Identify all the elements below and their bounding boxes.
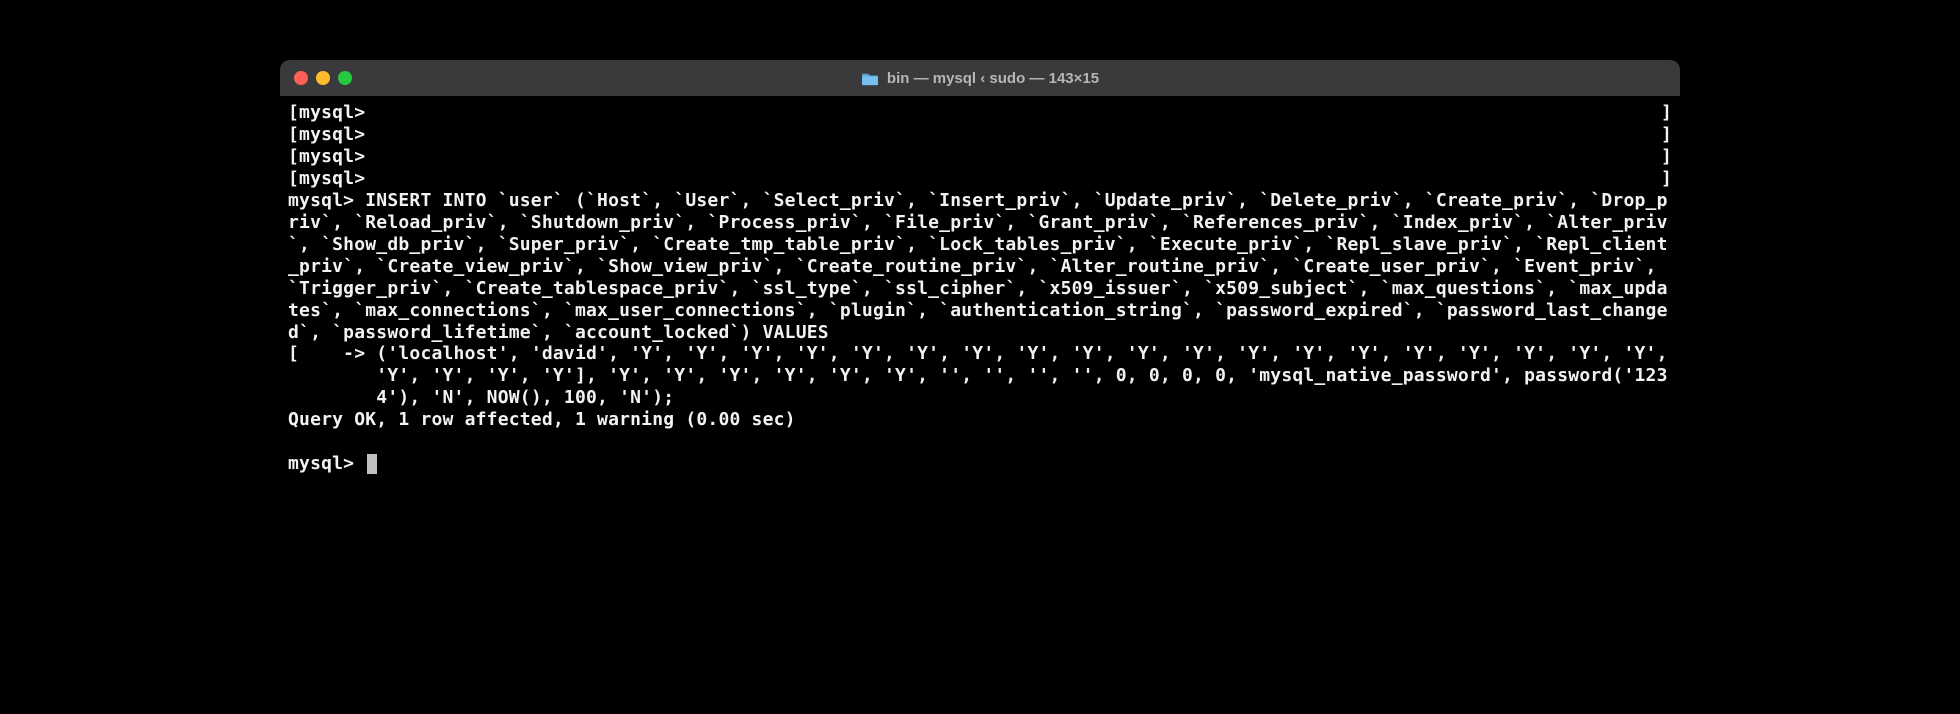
empty-prompt: [mysql>] (288, 146, 1672, 168)
titlebar[interactable]: bin — mysql ‹ sudo — 143×15 (280, 60, 1680, 96)
zoom-button[interactable] (338, 71, 352, 85)
blank-line (288, 431, 1672, 453)
window-title: bin — mysql ‹ sudo — 143×15 (887, 70, 1099, 87)
traffic-lights (294, 71, 352, 85)
terminal-window: bin — mysql ‹ sudo — 143×15 [mysql>][mys… (280, 60, 1680, 489)
sql-statement: mysql> INSERT INTO `user` (`Host`, `User… (288, 190, 1672, 344)
sql-continuation: [ -> ('localhost', 'david', 'Y', 'Y', 'Y… (288, 343, 1672, 409)
query-result: Query OK, 1 row affected, 1 warning (0.0… (288, 409, 1672, 431)
cursor (367, 454, 377, 474)
close-button[interactable] (294, 71, 308, 85)
current-prompt: mysql> (288, 453, 1672, 475)
terminal-output[interactable]: [mysql>][mysql>][mysql>][mysql>] mysql> … (280, 96, 1680, 489)
empty-prompt: [mysql>] (288, 168, 1672, 190)
empty-prompt: [mysql>] (288, 124, 1672, 146)
empty-prompt: [mysql>] (288, 102, 1672, 124)
minimize-button[interactable] (316, 71, 330, 85)
window-title-container: bin — mysql ‹ sudo — 143×15 (280, 70, 1680, 87)
folder-icon (861, 71, 879, 85)
